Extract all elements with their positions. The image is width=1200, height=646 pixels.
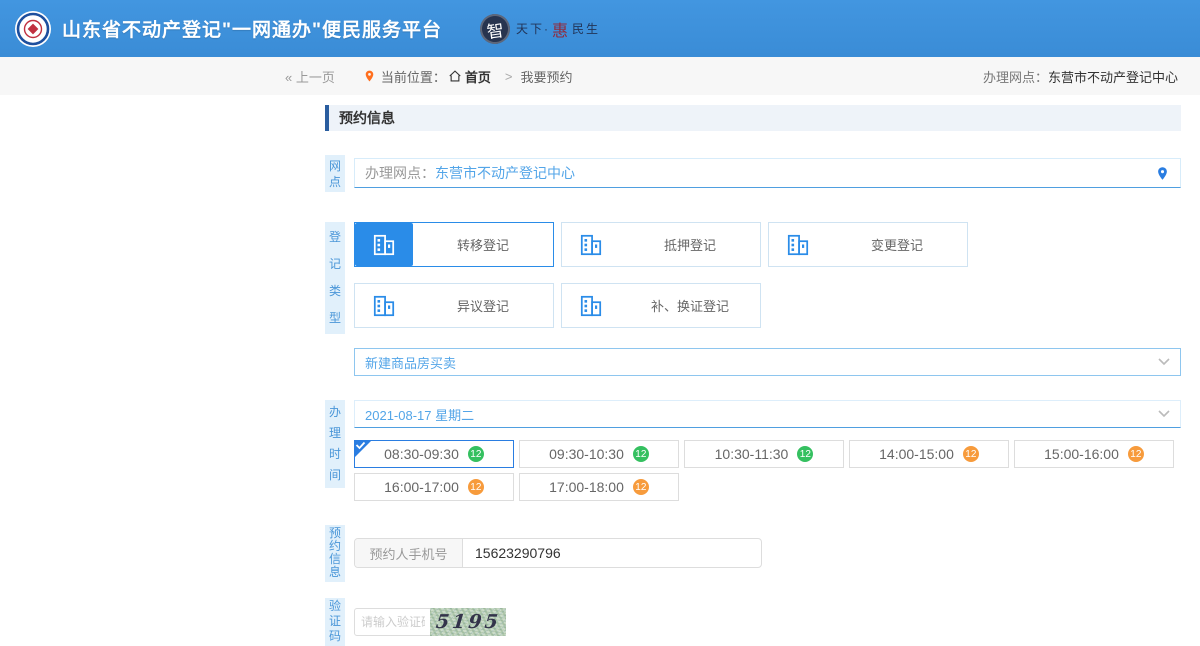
registration-type-button[interactable]: 异议登记 [354,283,554,328]
captcha-code: 5195 [434,611,501,633]
building-icon [355,223,413,266]
building-icon [562,284,620,327]
building-icon [562,223,620,266]
contact-row: 预约信息 预约人手机号 [325,525,1181,582]
breadcrumb-current-page: 我要预约 [520,67,572,86]
registration-type-button[interactable]: 转移登记 [354,222,554,267]
time-slot-label: 16:00-17:00 [384,479,459,495]
time-slot-label: 14:00-15:00 [879,446,954,462]
time-slot-label: 17:00-18:00 [549,479,624,495]
date-value: 2021-08-17 星期二 [365,405,474,424]
subtype-select[interactable]: 新建商品房买卖 [354,348,1181,376]
time-slot-label: 15:00-16:00 [1044,446,1119,462]
registration-type-buttons: 转移登记 [354,222,1181,344]
map-pin-icon[interactable] [1155,165,1170,182]
breadcrumb-home-link[interactable]: 首页 [448,67,491,86]
time-slot-list: 08:30-09:30 12 09:30-10:30 12 [354,440,1181,501]
time-vertical-label: 办理时间 [325,400,345,488]
captcha-image[interactable]: 5195 [430,608,506,636]
slogan-seal-icon: 智 [478,12,512,46]
time-slot[interactable]: 10:30-11:30 12 [684,440,844,468]
selected-check-icon [354,440,372,458]
time-slot[interactable]: 17:00-18:00 12 [519,473,679,501]
captcha-input[interactable] [354,608,432,636]
current-outlet: 办理网点：东营市不动产登记中心 [983,67,1178,86]
time-slot[interactable]: 15:00-16:00 12 [1014,440,1174,468]
time-slot-label: 09:30-10:30 [549,446,624,462]
registration-type-vertical-label: 登记类型 [325,222,345,334]
time-slot[interactable]: 14:00-15:00 12 [849,440,1009,468]
registration-type-button[interactable]: 补、换证登记 [561,283,761,328]
registration-type-button[interactable]: 抵押登记 [561,222,761,267]
slogan: 智 天下·惠民生 [480,14,600,44]
outlet-field-value: 东营市不动产登记中心 [435,163,575,183]
time-slot[interactable]: 08:30-09:30 12 [354,440,514,468]
slot-count-badge: 12 [963,446,979,462]
location-pin-icon [363,68,376,84]
outlet-vertical-label: 网点 [325,155,345,192]
phone-input-group: 预约人手机号 [354,538,762,568]
contact-vertical-label: 预约信息 [325,525,345,582]
current-location-label: 当前位置： [381,67,446,86]
registration-type-button[interactable]: 变更登记 [768,222,968,267]
back-link[interactable]: « 上一页 [285,67,335,86]
time-row: 办理时间 2021-08-17 星期二 08:30-09:30 12 [325,400,1181,501]
slot-count-badge: 12 [1128,446,1144,462]
appointment-form: 预约信息 网点 办理网点： 东营市不动产登记中心 登记类型 [325,105,1181,646]
registration-type-row: 登记类型 [325,222,1181,376]
slot-count-badge: 12 [633,446,649,462]
subtype-value: 新建商品房买卖 [365,353,456,372]
captcha-vertical-label: 验证码 [325,598,345,646]
app-header: 山东省不动产登记"一网通办"便民服务平台 智 天下·惠民生 [0,0,1200,57]
home-icon [448,69,462,83]
breadcrumb-bar: « 上一页 当前位置： 首页 > 我要预约 办理网点：东营市不动产登记中心 [0,57,1200,95]
time-slot-label: 08:30-09:30 [384,446,459,462]
registration-type-label: 异议登记 [413,284,553,327]
registration-type-label: 转移登记 [413,223,553,266]
registration-type-label: 变更登记 [827,223,967,266]
time-slot[interactable]: 09:30-10:30 12 [519,440,679,468]
site-title: 山东省不动产登记"一网通办"便民服务平台 [62,15,442,42]
outlet-label: 办理网点： [983,70,1048,85]
captcha-row: 验证码 5195 [325,598,1181,646]
slot-count-badge: 12 [797,446,813,462]
outlet-value: 东营市不动产登记中心 [1048,70,1178,85]
registration-type-label: 抵押登记 [620,223,760,266]
time-slot-label: 10:30-11:30 [715,446,789,462]
slot-count-badge: 12 [633,479,649,495]
date-select[interactable]: 2021-08-17 星期二 [354,400,1181,428]
building-icon [355,284,413,327]
slogan-tail: 民生 [572,20,600,37]
time-slot[interactable]: 16:00-17:00 12 [354,473,514,501]
chevron-down-icon [1158,358,1170,366]
phone-label: 预约人手机号 [355,539,463,567]
slot-count-badge: 12 [468,479,484,495]
phone-input[interactable] [463,539,761,567]
registration-type-label: 补、换证登记 [620,284,760,327]
slot-count-badge: 12 [468,446,484,462]
outlet-row: 网点 办理网点： 东营市不动产登记中心 [325,155,1181,192]
slogan-mid: 天下· [516,20,550,37]
section-title: 预约信息 [325,105,1181,131]
captcha-line: 5195 [354,608,1181,636]
outlet-field-label: 办理网点： [365,163,435,183]
site-logo-icon [14,10,52,48]
outlet-field[interactable]: 办理网点： 东营市不动产登记中心 [354,158,1181,188]
slogan-hui: 惠 [552,17,570,41]
breadcrumb-separator: > [505,69,513,84]
building-icon [769,223,827,266]
chevron-down-icon [1158,410,1170,418]
